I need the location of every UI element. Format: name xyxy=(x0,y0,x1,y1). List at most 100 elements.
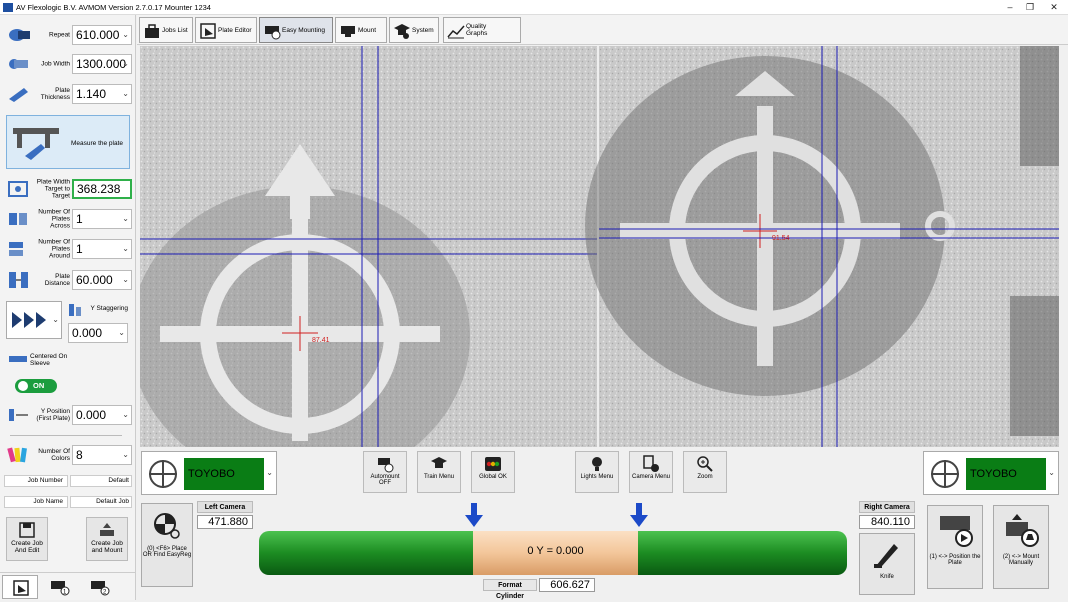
y-position-label: Y Position (First Plate) xyxy=(36,408,70,422)
job-name-row: Job Name Default Job xyxy=(4,496,132,508)
tab-quality-graphs[interactable]: Quality Graphs xyxy=(443,17,521,43)
job-width-label: Job Width xyxy=(41,60,70,68)
minimize-button[interactable]: – xyxy=(1000,1,1020,13)
plate-thickness-icon xyxy=(9,88,28,102)
position-plate-button[interactable]: (1) <-> Position the Plate xyxy=(927,505,983,589)
train-menu-button[interactable]: Train Menu xyxy=(417,451,461,493)
staggering-mode-select[interactable]: ⌄ xyxy=(6,301,62,339)
tab-system[interactable]: System xyxy=(389,17,439,43)
chevron-down-icon[interactable]: ⌄ xyxy=(122,85,129,103)
job-number-input[interactable]: Default xyxy=(70,475,132,487)
chevron-down-icon[interactable]: ⌄ xyxy=(122,210,129,228)
line-graph-icon xyxy=(447,25,465,39)
right-marker-arrow-icon xyxy=(630,503,648,527)
mount-manually-icon xyxy=(1006,514,1039,547)
plates-around-icon xyxy=(9,242,23,256)
left-material-select[interactable]: TOYOBO ⌄ xyxy=(141,451,277,495)
format-cylinder-label: Format Cylinder xyxy=(483,579,537,600)
zoom-icon xyxy=(697,456,713,472)
repeat-row: Repeat 610.000 ⌄ xyxy=(4,23,132,47)
chevron-down-icon[interactable]: ⌄ xyxy=(266,468,273,477)
colors-icon xyxy=(7,447,27,463)
position-plate-icon xyxy=(940,516,973,547)
repeat-input[interactable]: 610.000 ⌄ xyxy=(72,25,132,45)
plate-distance-input[interactable]: 60.000 ⌄ xyxy=(72,270,132,290)
main-toolbar: Jobs List Plate Editor Easy Mounting Mou… xyxy=(137,15,1068,45)
plate-thickness-input[interactable]: 1.140 ⌄ xyxy=(72,84,132,104)
close-button[interactable]: ✕ xyxy=(1044,1,1064,13)
chevron-down-icon[interactable]: ⌄ xyxy=(52,315,59,324)
left-crosshair-readout: 87.41 xyxy=(312,337,330,344)
chevron-down-icon[interactable]: ⌄ xyxy=(122,26,129,44)
create-job-edit-button[interactable]: Create Job And Edit xyxy=(6,517,48,561)
station-2-icon: 2 xyxy=(91,581,110,596)
graduation-cap-icon xyxy=(394,24,410,39)
left-camera-view[interactable] xyxy=(130,46,597,486)
staggering-label: Y Staggering xyxy=(90,305,128,312)
tab-plate-editor[interactable]: Plate Editor xyxy=(195,17,257,43)
automount-button[interactable]: Automount OFF xyxy=(363,451,407,493)
plates-around-input[interactable]: 1 ⌄ xyxy=(72,239,132,259)
tab-easy-mounting[interactable]: Easy Mounting xyxy=(259,17,333,43)
chevron-down-icon[interactable]: ⌄ xyxy=(1048,468,1055,477)
restore-button[interactable]: ❐ xyxy=(1020,1,1040,13)
plate-distance-row: Plate Distance 60.000 ⌄ xyxy=(4,268,132,292)
y-position-input[interactable]: 0.000 ⌄ xyxy=(72,405,132,425)
plates-around-row: Number Of Plates Around 1 ⌄ xyxy=(4,237,132,261)
tab-station-2[interactable]: 2 xyxy=(82,575,118,599)
repeat-label: Repeat xyxy=(49,31,70,39)
chevron-down-icon[interactable]: ⌄ xyxy=(122,271,129,289)
tab-mount[interactable]: Mount xyxy=(335,17,387,43)
job-name-input[interactable]: Default Job xyxy=(70,496,132,508)
colors-label: Number Of Colors xyxy=(38,448,70,462)
global-ok-button[interactable]: Global OK xyxy=(471,451,515,493)
colors-row: Number Of Colors 8 ⌄ xyxy=(4,443,132,467)
plate-distance-label: Plate Distance xyxy=(44,273,70,287)
tab-jobs-list[interactable]: Jobs List xyxy=(139,17,193,43)
tab-station-1[interactable]: 1 xyxy=(42,575,78,599)
centered-toggle[interactable]: ON xyxy=(15,379,57,393)
chevron-down-icon[interactable]: ⌄ xyxy=(122,55,129,73)
create-job-mount-button[interactable]: Create Job and Mount xyxy=(86,517,128,561)
knife-button[interactable]: Knife xyxy=(859,533,915,595)
chevron-down-icon[interactable]: ⌄ xyxy=(122,446,129,464)
camera-menu-button[interactable]: Camera Menu xyxy=(629,451,673,493)
camera-views-canvas: 87.41 91.54 xyxy=(130,46,1059,486)
format-cylinder-value: 606.627 xyxy=(539,578,595,592)
plates-across-input[interactable]: 1 ⌄ xyxy=(72,209,132,229)
tab-setup[interactable] xyxy=(2,575,38,599)
traffic-light-icon xyxy=(485,457,501,471)
bottom-panel: (0) <F6> Place OR Find EasyReg Left Came… xyxy=(137,497,1068,600)
staggering-input[interactable]: 0.000 ⌄ xyxy=(68,323,128,343)
light-bulb-icon xyxy=(592,457,602,471)
mount-job-icon xyxy=(100,523,114,536)
zoom-button[interactable]: Zoom xyxy=(683,451,727,493)
left-camera-value: 471.880 xyxy=(197,515,253,529)
right-camera-view[interactable] xyxy=(585,46,1059,447)
sidebar: Repeat 610.000 ⌄ Job Width 1300.000 ⌄ Plat… xyxy=(0,15,136,600)
chevron-down-icon[interactable]: ⌄ xyxy=(118,324,125,342)
mount-manually-button[interactable]: (2) <-> Mount Manually xyxy=(993,505,1049,589)
job-width-icon xyxy=(9,59,28,69)
plate-width-input[interactable]: 368.238 xyxy=(72,179,132,199)
chevron-down-icon[interactable]: ⌄ xyxy=(122,240,129,258)
right-material-select[interactable]: TOYOBO ⌄ xyxy=(923,451,1059,495)
chevron-down-icon[interactable]: ⌄ xyxy=(122,406,129,424)
plate-thickness-label: Plate Thickness xyxy=(40,87,70,101)
job-width-input[interactable]: 1300.000 ⌄ xyxy=(72,54,132,74)
staggering-mode-icon xyxy=(12,312,46,328)
plates-around-label: Number Of Plates Around xyxy=(38,238,70,260)
place-easyreg-button[interactable]: (0) <F6> Place OR Find EasyReg xyxy=(141,503,193,587)
plate-icon xyxy=(13,580,29,596)
camera-controls-bar: TOYOBO ⌄ Automount OFF Train Menu Global… xyxy=(137,447,1068,497)
job-number-label: Job Number xyxy=(4,475,68,487)
plate-distance-icon xyxy=(9,272,28,288)
centered-label: Centered On Sleeve xyxy=(30,353,68,367)
colors-input[interactable]: 8 ⌄ xyxy=(72,445,132,465)
repeat-icon xyxy=(9,29,30,41)
lights-menu-button[interactable]: Lights Menu xyxy=(575,451,619,493)
measure-plate-button[interactable]: Measure the plate xyxy=(6,115,130,169)
divider xyxy=(10,435,122,436)
save-icon xyxy=(19,522,35,538)
easy-mounting-icon xyxy=(265,26,281,40)
